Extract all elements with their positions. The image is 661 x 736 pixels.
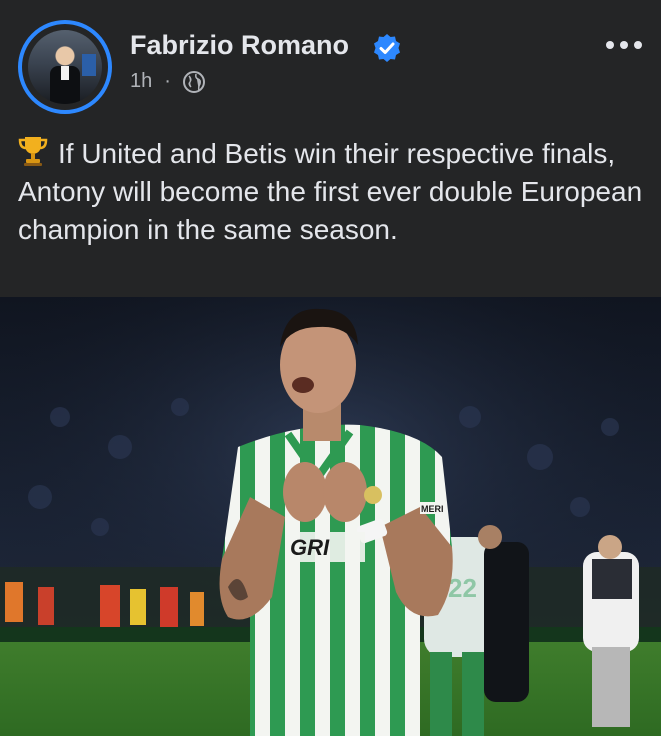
- author-avatar[interactable]: [18, 20, 112, 114]
- avatar-image: [28, 30, 102, 104]
- shirt-sponsor-text: GRI: [290, 535, 330, 560]
- post-photo[interactable]: 22 GRI MERI: [0, 297, 661, 736]
- globe-icon[interactable]: [182, 70, 205, 93]
- meta-separator: ·: [164, 70, 171, 92]
- post-meta: 1h ·: [130, 70, 205, 93]
- caption-text: If United and Betis win their respective…: [18, 138, 643, 245]
- post-time[interactable]: 1h: [130, 70, 152, 93]
- post-header: Fabrizio Romano 1h ·: [0, 0, 661, 120]
- verified-badge-icon: [374, 34, 400, 62]
- more-options-icon[interactable]: [604, 30, 644, 60]
- author-name[interactable]: Fabrizio Romano: [130, 30, 349, 61]
- background-player-number: 22: [448, 573, 477, 603]
- sleeve-patch-text: MERI: [421, 504, 444, 514]
- trophy-icon: [18, 137, 48, 166]
- player-photo-image: 22 GRI MERI: [0, 297, 661, 736]
- post-caption: If United and Betis win their respective…: [18, 135, 648, 249]
